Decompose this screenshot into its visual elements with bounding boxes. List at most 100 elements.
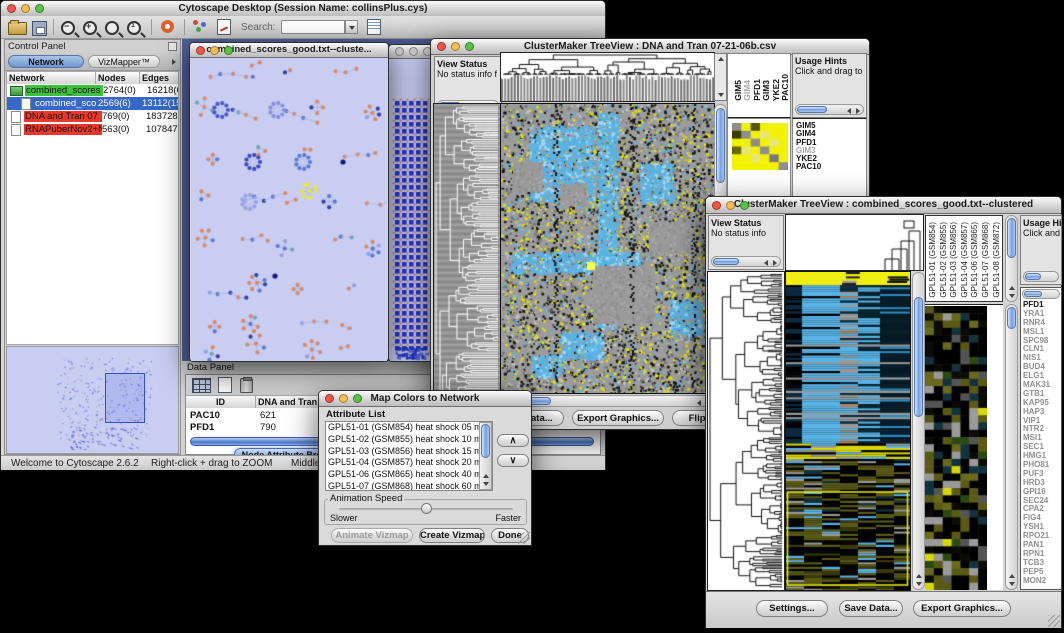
annotation-icon[interactable]: [217, 19, 231, 35]
tv2-row-dendrogram[interactable]: [708, 272, 784, 590]
zoom-window-icon[interactable]: [740, 201, 749, 210]
tv2-zoom-vscrollbar[interactable]: [1005, 304, 1018, 590]
tv1-top-dendrogram[interactable]: [501, 53, 714, 101]
minimize-icon[interactable]: [726, 201, 735, 210]
tv2-global-heatmap[interactable]: [786, 272, 910, 590]
attribute-listbox[interactable]: GPL51-01 (GSM854) heat shock 05 minGPL51…: [325, 421, 493, 491]
zoom-out-icon[interactable]: [61, 21, 75, 35]
tab-network[interactable]: Network: [8, 55, 84, 68]
delete-attribute-icon[interactable]: [240, 378, 253, 393]
minimize-icon[interactable]: [339, 394, 348, 403]
minimize-icon[interactable]: [210, 46, 219, 55]
tv1-hscrollbar[interactable]: [501, 395, 714, 407]
network-overview-panel[interactable]: [6, 346, 179, 454]
animate-vizmap-button[interactable]: Animate Vizmap: [331, 528, 413, 543]
slider-thumb[interactable]: [421, 503, 432, 514]
zoom-fit-icon[interactable]: [127, 21, 141, 35]
create-attribute-icon[interactable]: [218, 377, 232, 393]
row-val-2[interactable]: 790: [260, 422, 276, 433]
row-val-1[interactable]: 621: [260, 410, 276, 421]
move-down-button[interactable]: ∨: [497, 454, 529, 467]
treeview2-title-bar[interactable]: ClusterMaker TreeView : combined_scores_…: [706, 197, 1061, 214]
select-attributes-icon[interactable]: [192, 378, 211, 393]
tv2-settings-button[interactable]: Settings...: [756, 600, 828, 617]
col-network[interactable]: Network: [7, 72, 96, 84]
network-tree-row[interactable]: combined_scores2764(0)16218(0): [7, 84, 178, 97]
network-tree-row[interactable]: DNA and Tran 07769(0)183728(0): [7, 110, 178, 123]
tv1-row-dendrogram[interactable]: [434, 104, 500, 431]
tv2-status-hscrollbar[interactable]: [711, 256, 781, 267]
close-icon[interactable]: [196, 46, 205, 55]
tv2-labels-vscrollbar[interactable]: [1005, 215, 1018, 302]
tv2-global-vscrollbar[interactable]: [912, 272, 925, 590]
attribute-list-item[interactable]: GPL51-03 (GSM856) heat shock 15 min: [326, 446, 479, 458]
zoom-window-icon[interactable]: [224, 46, 233, 55]
create-vizmap-button[interactable]: Create Vizmap: [419, 528, 485, 543]
close-icon[interactable]: [712, 201, 721, 210]
attribute-list-item[interactable]: GPL51-02 (GSM855) heat shock 10 min: [326, 434, 479, 446]
zoom-window-icon[interactable]: [35, 4, 44, 13]
window-controls[interactable]: [7, 4, 44, 13]
gene-label: MAK31: [1023, 381, 1061, 390]
tv1-usage-hscrollbar[interactable]: [795, 104, 864, 115]
zoom-selected-icon[interactable]: [105, 21, 119, 35]
tv1-export-graphics-button[interactable]: Export Graphics...: [572, 410, 664, 426]
tv1-mini-matrix[interactable]: [732, 123, 788, 170]
gene-label: SEC1: [1023, 443, 1061, 452]
col-id[interactable]: ID: [186, 396, 256, 408]
tv2-zoom-heatmap[interactable]: [925, 306, 987, 590]
animation-speed-group: Animation Speed Slower Faster: [324, 499, 527, 525]
close-icon[interactable]: [437, 42, 446, 51]
vizmapper-icon[interactable]: [193, 20, 208, 33]
tv2-gene-hscrollbar[interactable]: [1022, 289, 1060, 299]
network-tree-row[interactable]: RNAPuberNov2+N563(0)107847(0): [7, 123, 178, 136]
control-panel-tabs: Network VizMapper™: [5, 53, 180, 71]
attribute-report-icon[interactable]: [367, 19, 381, 35]
main-title-bar[interactable]: Cytoscape Desktop (Session Name: collins…: [1, 1, 605, 17]
network-view-canvas[interactable]: [191, 58, 387, 361]
save-icon[interactable]: [32, 21, 47, 36]
dialog-title-bar[interactable]: Map Colors to Network: [319, 391, 531, 407]
tv2-usage-hscrollbar[interactable]: [1023, 271, 1059, 282]
attribute-list-item[interactable]: GPL51-06 (GSM865) heat shock 40 min: [326, 469, 479, 481]
zoom-in-icon[interactable]: [83, 21, 97, 35]
attribute-list-item[interactable]: GPL51-04 (GSM857) heat shock 20 min: [326, 457, 479, 469]
attribute-list-item[interactable]: GPL51-01 (GSM854) heat shock 05 min: [326, 422, 479, 434]
search-dropdown-button[interactable]: [345, 20, 358, 34]
close-icon[interactable]: [7, 4, 16, 13]
tv2-export-graphics-button[interactable]: Export Graphics...: [913, 600, 1011, 617]
close-icon[interactable]: [395, 47, 404, 56]
network-overview-canvas[interactable]: [7, 347, 178, 453]
row-id-1[interactable]: PAC10: [190, 410, 220, 421]
open-file-icon[interactable]: [8, 22, 27, 35]
tab-vizmapper[interactable]: VizMapper™: [88, 55, 160, 68]
row-id-2[interactable]: PFD1: [190, 422, 214, 433]
tv2-top-dendrogram[interactable]: [786, 215, 923, 270]
attribute-list-vscrollbar[interactable]: [479, 422, 492, 490]
minimize-icon[interactable]: [451, 42, 460, 51]
tab-overflow-icon[interactable]: [172, 59, 176, 65]
network-tree-row[interactable]: combined_sco2569(6)13112(15): [7, 97, 178, 110]
tv2-save-data-button[interactable]: Save Data...: [839, 600, 903, 617]
zoom-window-icon[interactable]: [465, 42, 474, 51]
column-label: GPL51-08 (GSM872): [992, 222, 1001, 298]
network-window-1-title-bar[interactable]: combined_scores_good.txt--cluste...: [190, 43, 388, 58]
move-up-button[interactable]: ∧: [497, 434, 529, 447]
tv2-gene-list[interactable]: PFD1YRA1RNR4MSL1SPC98CLN1NIS1BUD4ELG1MAK…: [1023, 301, 1061, 588]
help-icon[interactable]: [161, 20, 174, 33]
document-icon: [11, 124, 21, 136]
col-edges[interactable]: Edges: [140, 72, 178, 84]
col-nodes[interactable]: Nodes: [96, 72, 140, 84]
tv1-corner-scroll[interactable]: [714, 53, 727, 101]
zoom-window-icon[interactable]: [353, 394, 362, 403]
search-input[interactable]: [281, 20, 345, 34]
tv1-heatmap-canvas[interactable]: [501, 104, 714, 393]
attribute-list-item[interactable]: GPL51-07 (GSM868) heat shock 60 min: [326, 481, 479, 491]
gene-label: RNR4: [1023, 319, 1061, 328]
overview-viewport-rect[interactable]: [105, 373, 145, 423]
minimize-icon[interactable]: [21, 4, 30, 13]
minimize-icon[interactable]: [409, 47, 418, 56]
float-panel-icon[interactable]: [168, 42, 177, 51]
column-label: GPL51-06 (GSM865): [970, 222, 979, 298]
close-icon[interactable]: [325, 394, 334, 403]
